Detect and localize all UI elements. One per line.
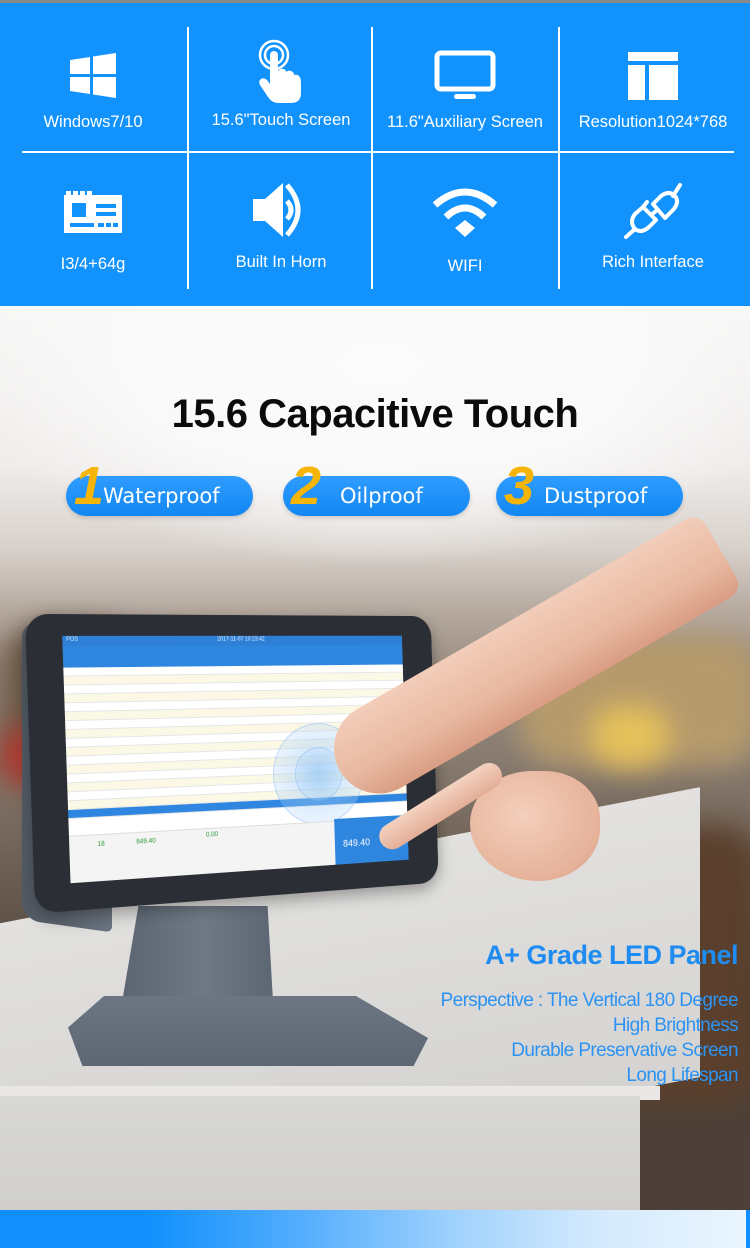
- pos-brand: POS: [66, 636, 79, 643]
- item-count: 18: [97, 840, 105, 848]
- feature-interface: Rich Interface: [560, 175, 746, 305]
- discount: 0.00: [205, 831, 219, 839]
- feature-aux-screen: 11.6"Auxiliary Screen: [372, 41, 558, 171]
- bottom-gradient-bar: [0, 1210, 746, 1248]
- feature-label: Resolution1024*768: [578, 113, 728, 131]
- plug-icon: [618, 175, 688, 245]
- feature-label: 11.6"Auxiliary Screen: [387, 113, 543, 131]
- badge-dustproof: 3 Dustproof: [496, 459, 683, 516]
- panel-feature: High Brightness: [612, 1015, 739, 1036]
- badge-label: Dustproof: [544, 484, 648, 508]
- feature-speaker: Built In Horn: [188, 175, 374, 305]
- badge-number: 2: [291, 456, 322, 516]
- feature-resolution: Resolution1024*768: [560, 41, 746, 171]
- headline: 15.6 Capacitive Touch: [171, 392, 579, 436]
- badge-label: Waterproof: [103, 484, 220, 508]
- monitor-icon: [430, 41, 500, 111]
- pay-amount: 849.40: [342, 836, 371, 850]
- feature-label: I3/4+64g: [60, 255, 126, 273]
- panel-title: A+ Grade LED Panel: [485, 940, 738, 970]
- layout-icon: [618, 41, 688, 111]
- feature-touch-screen: 15.6"Touch Screen: [188, 37, 374, 167]
- feature-windows: Windows7/10: [0, 41, 186, 171]
- bottom-bar-edge: [746, 1210, 750, 1248]
- badge-number: 1: [74, 456, 105, 516]
- background-produce: [590, 706, 670, 766]
- badge-number: 3: [504, 456, 535, 516]
- pos-clock: 2017-11-07 10:23:42: [217, 636, 265, 643]
- speaker-icon: [246, 175, 316, 245]
- panel-feature: Durable Preservative Screen: [511, 1040, 738, 1061]
- feature-label: WIFI: [447, 257, 483, 275]
- panel-feature: Perspective : The Vertical 180 Degree: [440, 990, 739, 1011]
- windows-logo-icon: [58, 41, 128, 111]
- product-photo: 15.6 Capacitive Touch 1 Waterproof 2 Oil…: [0, 306, 750, 1210]
- subtotal: 849.40: [136, 837, 156, 846]
- badge-label: Oilproof: [340, 484, 423, 508]
- counter-front: [0, 1096, 640, 1210]
- badge-oilproof: 2 Oilproof: [283, 459, 470, 516]
- feature-cpu: I3/4+64g: [0, 175, 186, 305]
- touch-hand-icon: [246, 37, 316, 107]
- badge-waterproof: 1 Waterproof: [66, 459, 253, 516]
- wifi-icon: [430, 177, 500, 247]
- feature-label: Windows7/10: [43, 113, 143, 131]
- motherboard-icon: [58, 175, 128, 245]
- feature-label: Built In Horn: [235, 253, 327, 271]
- feature-grid: Windows7/10 15.6"Touch Screen 11.6"Auxil…: [0, 0, 750, 306]
- stand-base: [68, 996, 428, 1066]
- feature-label: 15.6"Touch Screen: [211, 111, 351, 129]
- feature-wifi: WIFI: [372, 177, 558, 307]
- feature-label: Rich Interface: [602, 253, 704, 271]
- panel-feature: Long Lifespan: [626, 1065, 738, 1086]
